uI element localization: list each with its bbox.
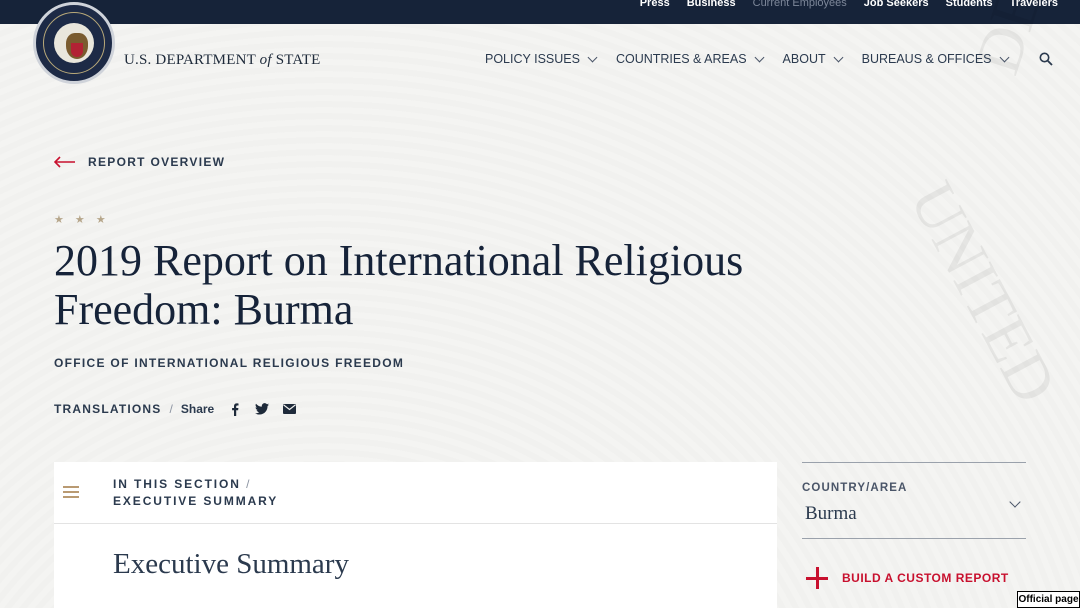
search-icon[interactable] (1039, 52, 1053, 66)
report-overview-link[interactable]: REPORT OVERVIEW (54, 155, 225, 169)
chevron-down-icon (833, 52, 844, 62)
email-icon[interactable] (282, 402, 296, 416)
country-area-select[interactable]: COUNTRY/AREA Burma (802, 462, 1026, 539)
nav-label: ABOUT (782, 52, 826, 66)
dept-name-suffix: STATE (275, 52, 321, 68)
chevron-down-icon (999, 52, 1009, 62)
stars-decoration: ★ ★ ★ (54, 214, 110, 226)
country-area-value: Burma (805, 503, 857, 524)
separator: / (169, 402, 173, 416)
chevron-down-icon (754, 52, 764, 62)
country-area-label: COUNTRY/AREA (802, 482, 908, 494)
arrow-left-icon (54, 156, 75, 168)
nav-label: COUNTRIES & AREAS (615, 52, 747, 66)
nav-countries-areas[interactable]: COUNTRIES & AREAS (615, 52, 764, 66)
office-name: OFFICE OF INTERNATIONAL RELIGIOUS FREEDO… (54, 356, 405, 370)
main-nav: POLICY ISSUES COUNTRIES & AREAS ABOUT BU… (485, 52, 1028, 66)
build-custom-report-button[interactable]: BUILD A CUSTOM REPORT (806, 567, 1009, 589)
page-title: 2019 Report on International Religious F… (54, 236, 744, 334)
nav-bureaus-offices[interactable]: BUREAUS & OFFICES (861, 52, 1009, 66)
facebook-icon[interactable] (228, 402, 242, 416)
official-page-badge: Official page (1017, 591, 1080, 608)
dept-name-prefix: U.S. DEPARTMENT (124, 52, 256, 68)
utility-link-press[interactable]: Press (640, 0, 670, 9)
chevron-down-icon (1009, 496, 1021, 508)
hamburger-menu-icon[interactable] (63, 486, 79, 498)
translations-button[interactable]: TRANSLATIONS (54, 402, 162, 416)
utility-link-current-employees[interactable]: Current Employees (753, 0, 847, 9)
nav-about[interactable]: ABOUT (782, 52, 844, 66)
seal-watermark: DE UNITED (896, 0, 1071, 415)
separator: / (246, 477, 252, 491)
build-custom-report-label: BUILD A CUSTOM REPORT (842, 571, 1009, 585)
department-name[interactable]: U.S. DEPARTMENT of STATE (124, 52, 321, 69)
utility-link-business[interactable]: Business (687, 0, 736, 9)
chevron-down-icon (587, 52, 598, 62)
current-section-label: EXECUTIVE SUMMARY (113, 494, 279, 508)
department-seal-logo[interactable] (33, 2, 115, 84)
share-label: Share (180, 402, 215, 416)
nav-label: BUREAUS & OFFICES (861, 52, 992, 66)
in-this-section-label[interactable]: IN THIS SECTION (113, 477, 241, 491)
share-row: TRANSLATIONS / Share (54, 402, 309, 416)
section-breadcrumb: IN THIS SECTION / EXECUTIVE SUMMARY (113, 476, 278, 510)
nav-policy-issues[interactable]: POLICY ISSUES (485, 52, 598, 66)
dept-name-of: of (259, 52, 272, 68)
utility-bar: Press Business Current Employees Job See… (0, 0, 1080, 24)
plus-icon (806, 567, 828, 589)
divider (54, 523, 777, 524)
section-card: IN THIS SECTION / EXECUTIVE SUMMARY Exec… (54, 462, 777, 608)
twitter-icon[interactable] (255, 402, 270, 416)
nav-label: POLICY ISSUES (485, 52, 580, 66)
utility-link-job-seekers[interactable]: Job Seekers (864, 0, 929, 9)
executive-summary-heading: Executive Summary (113, 548, 349, 580)
report-overview-label: REPORT OVERVIEW (88, 155, 226, 169)
